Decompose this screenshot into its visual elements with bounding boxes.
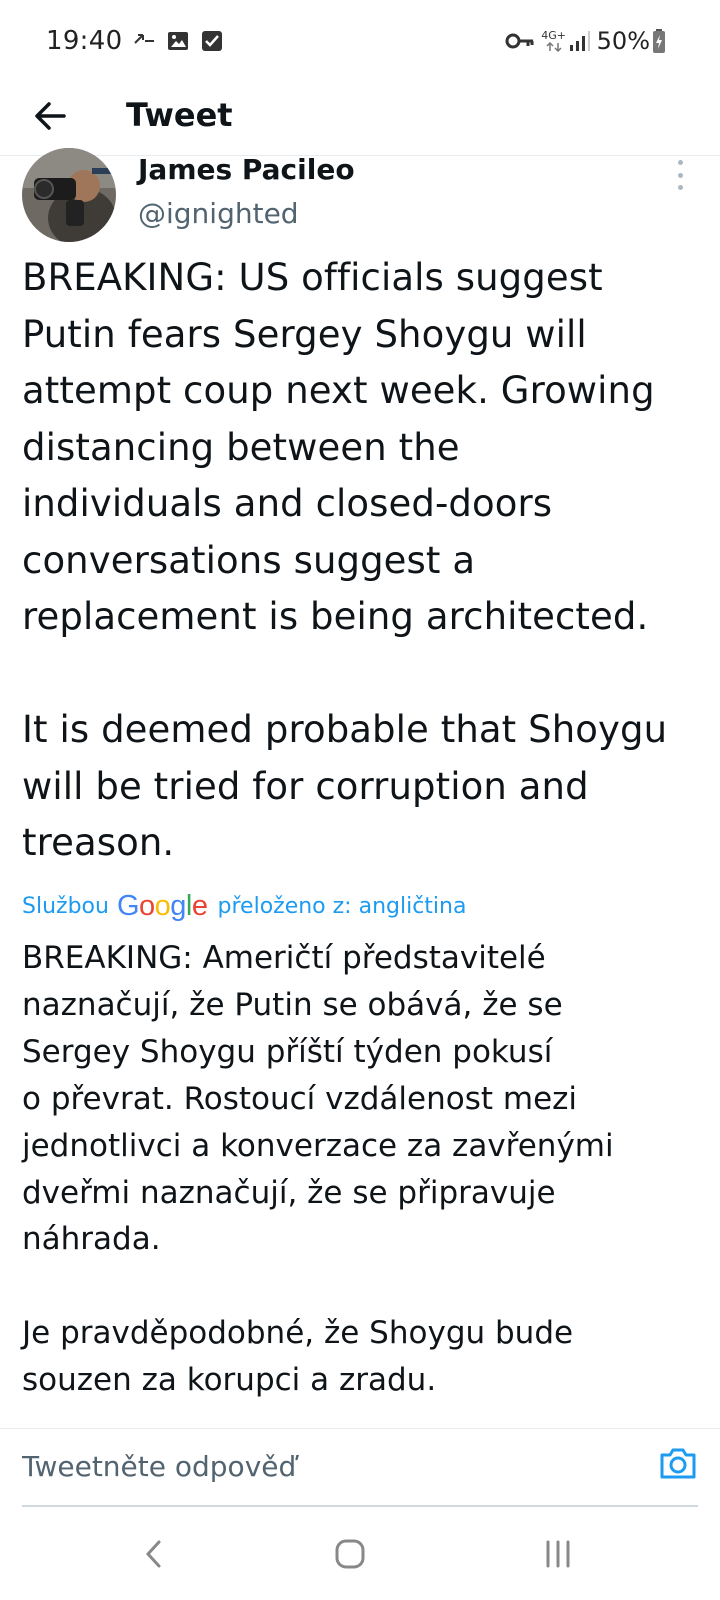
signal-icon: [569, 29, 591, 53]
checkbox-icon: [200, 29, 224, 53]
more-options-button[interactable]: [670, 160, 690, 190]
status-left: 19:40: [46, 24, 224, 58]
system-nav-bar: [0, 1510, 720, 1600]
more-dot: [677, 185, 683, 190]
more-dot: [677, 172, 683, 178]
tweet-text: BREAKING: US officials suggest Putin fea…: [22, 256, 668, 864]
translated-tweet-text: BREAKING: Američtí představitelé naznaču…: [22, 940, 614, 1399]
avatar[interactable]: [22, 148, 116, 242]
battery-charging-icon: [652, 28, 666, 54]
4g-plus-icon: 4G+: [541, 29, 567, 52]
app-bar: Tweet: [0, 80, 720, 156]
translation-prefix: Službou: [22, 893, 109, 919]
home-icon: [335, 1539, 365, 1569]
vpn-key-icon: [505, 29, 535, 53]
arrow-left-icon: [35, 102, 66, 130]
nav-home-button[interactable]: [320, 1532, 380, 1576]
status-bar: 19:40 4G+ 50%: [0, 0, 720, 80]
chevron-left-icon: [145, 1540, 161, 1568]
translation-attribution[interactable]: Službou Google přeloženo z: angličtina: [22, 890, 466, 922]
author-name[interactable]: James Pacileo: [138, 152, 355, 188]
battery-percent: 50%: [596, 27, 650, 55]
reply-bar: [0, 1428, 720, 1507]
camera-icon: [660, 1448, 696, 1479]
translation-source-label: přeloženo z: angličtina: [217, 893, 467, 919]
network-type-label: 4G+: [541, 29, 567, 42]
google-logo: Google: [116, 889, 208, 922]
page-title: Tweet: [126, 96, 233, 134]
back-button[interactable]: [28, 94, 72, 138]
call-forward-icon: [132, 29, 156, 53]
recents-icon: [546, 1540, 570, 1568]
nav-back-button[interactable]: [124, 1532, 184, 1576]
reply-underline: [22, 1505, 698, 1507]
image-icon: [166, 29, 190, 53]
camera-button[interactable]: [658, 1443, 698, 1483]
status-time: 19:40: [46, 26, 123, 56]
more-dot: [677, 160, 683, 165]
status-right: 4G+ 50%: [505, 24, 666, 58]
nav-recents-button[interactable]: [528, 1532, 588, 1576]
reply-input[interactable]: [22, 1443, 602, 1489]
author-handle[interactable]: @ignighted: [138, 196, 299, 232]
